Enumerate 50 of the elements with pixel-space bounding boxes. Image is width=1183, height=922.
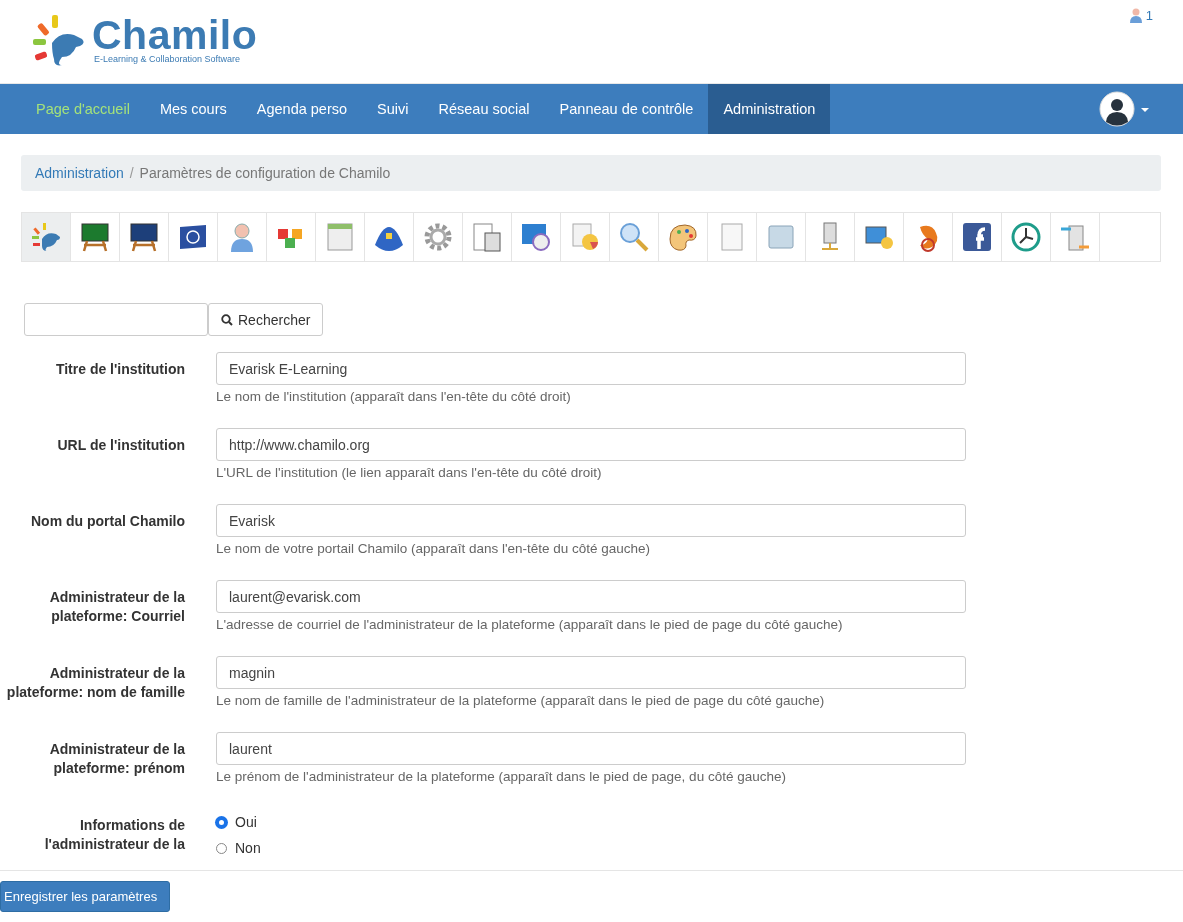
breadcrumb-separator: /: [129, 165, 134, 181]
help-text: Le nom de l'institution (apparaît dans l'en-tête du côté droit): [216, 389, 572, 404]
clock-icon: [1010, 221, 1042, 253]
chalkboard-icon: [128, 221, 160, 253]
nav-link[interactable]: Mes cours: [144, 84, 242, 134]
help-text: Le nom de votre portail Chamilo (apparaît dans l'en-tête du côté gauche): [216, 541, 652, 556]
setting-label: Titre de l'institution: [54, 360, 185, 379]
help-text: Le prénom de l'administrateur de la plateforme (apparaît dans le pied de page, du côté gauche): [216, 769, 787, 784]
setting-label: Administrateur de la plateforme: nom de famille: [5, 664, 185, 702]
avatar-icon: [1099, 91, 1149, 127]
search-button[interactable]: Rechercher: [208, 303, 324, 336]
search-icon: [221, 313, 233, 326]
nav-link[interactable]: Panneau de contrôle: [544, 84, 709, 134]
nav-link[interactable]: Réseau social: [423, 84, 545, 134]
logo-title: Chamilo: [92, 16, 258, 54]
setting-label: URL de l'institution: [56, 436, 185, 455]
letter-f-icon: [961, 221, 993, 253]
radio-button[interactable]: [216, 816, 227, 828]
text-field[interactable]: magnin: [216, 656, 966, 689]
chamilo-logo[interactable]: Chamilo E-Learning & Collaboration Software: [32, 13, 258, 67]
logo-tagline: E-Learning & Collaboration Software: [94, 54, 242, 64]
search-icon: [618, 221, 650, 253]
setting-label: Administrateur de la plateforme: prénom: [48, 740, 185, 778]
nav-link[interactable]: Suivi: [362, 84, 424, 134]
help-text: L'adresse de courriel de l'administrateur de la plateforme (apparaît dans le pied de page du côté gauche): [216, 617, 844, 632]
text-field[interactable]: Evarisk E-Learning: [216, 352, 966, 385]
chameleon-icon: [30, 221, 62, 253]
radio-option[interactable]: Non: [216, 834, 966, 860]
help-text: Le nom de famille de l'administrateur de la plateforme (apparaît dans le pied de page du côté gauche): [216, 693, 826, 708]
nav-link[interactable]: Agenda perso: [241, 84, 363, 134]
save-settings-button[interactable]: Enregistrer les paramètres: [0, 881, 171, 912]
radio-option[interactable]: Oui: [216, 808, 966, 834]
chart-icon: [569, 221, 601, 253]
palette-icon: [667, 221, 699, 253]
nav-link[interactable]: Administration: [708, 84, 831, 134]
online-users-link[interactable]: 1: [1129, 8, 1153, 23]
setting-label: Informations de l'administrateur de la: [43, 816, 185, 854]
setting-label: Nom du portal Chamilo: [30, 512, 185, 531]
text-field[interactable]: laurent: [216, 732, 966, 765]
text-field[interactable]: Evarisk: [216, 504, 966, 537]
help-text: L'URL de l'institution (le lien apparaît dans l'en-tête du côté droit): [216, 465, 603, 480]
breadcrumb-current: Paramètres de configuration de Chamilo: [139, 165, 391, 181]
breadcrumb-link[interactable]: Administration: [35, 165, 124, 181]
text-field[interactable]: laurent@evarisk.com: [216, 580, 966, 613]
user-icon: [1129, 8, 1142, 23]
setting-label: Administrateur de la plateforme: Courriel: [48, 588, 185, 626]
search-field[interactable]: [24, 303, 208, 336]
settings-icon: [422, 221, 454, 253]
chalkboard-icon: [79, 221, 111, 253]
text-field[interactable]: http://www.chamilo.org: [216, 428, 966, 461]
